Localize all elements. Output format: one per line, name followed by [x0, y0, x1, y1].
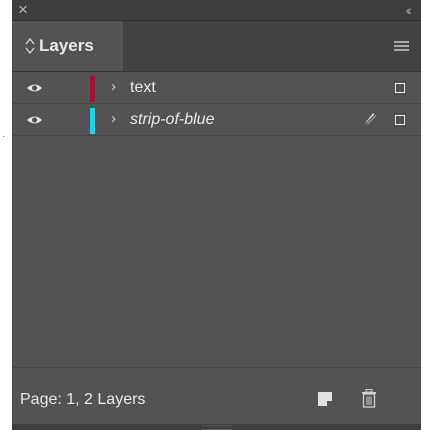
status-text: Page: 1, 2 Layers — [20, 391, 146, 408]
eye-icon[interactable] — [26, 82, 43, 94]
resize-strip[interactable] — [12, 424, 421, 430]
selection-square-icon[interactable] — [395, 83, 405, 93]
new-layer-icon[interactable] — [318, 392, 332, 406]
panel-menu-icon[interactable] — [394, 41, 409, 52]
layer-list: › text › strip-of-blue — [12, 72, 421, 367]
selection-square-icon[interactable] — [395, 115, 405, 125]
trash-icon[interactable] — [361, 389, 377, 408]
resize-grip-icon[interactable] — [202, 425, 232, 430]
tab-label: Layers — [39, 36, 94, 55]
layer-name[interactable]: strip-of-blue — [130, 110, 214, 130]
panel-titlebar: × ‹‹ — [12, 0, 421, 21]
eye-icon[interactable] — [26, 114, 43, 126]
side-marker: · — [2, 131, 6, 142]
layers-panel: × ‹‹ Layers › text › strip-of-blue Page:… — [12, 0, 421, 430]
pencil-struck-icon[interactable] — [363, 111, 378, 127]
panel-footer: Page: 1, 2 Layers — [12, 367, 421, 424]
updown-arrows-icon — [25, 37, 35, 55]
tab-layers[interactable]: Layers — [12, 21, 123, 71]
collapse-icon[interactable]: ‹‹ — [406, 1, 413, 19]
layer-name[interactable]: text — [130, 78, 156, 98]
close-icon[interactable]: × — [18, 1, 28, 19]
layer-color-swatch — [90, 76, 95, 102]
expand-chevron-icon[interactable]: › — [111, 78, 116, 96]
layer-row-strip-of-blue[interactable]: › strip-of-blue — [12, 104, 421, 136]
panel-tab-row: Layers — [12, 21, 421, 72]
expand-chevron-icon[interactable]: › — [111, 110, 116, 128]
layer-row-text[interactable]: › text — [12, 72, 421, 104]
layer-color-swatch — [90, 108, 95, 134]
